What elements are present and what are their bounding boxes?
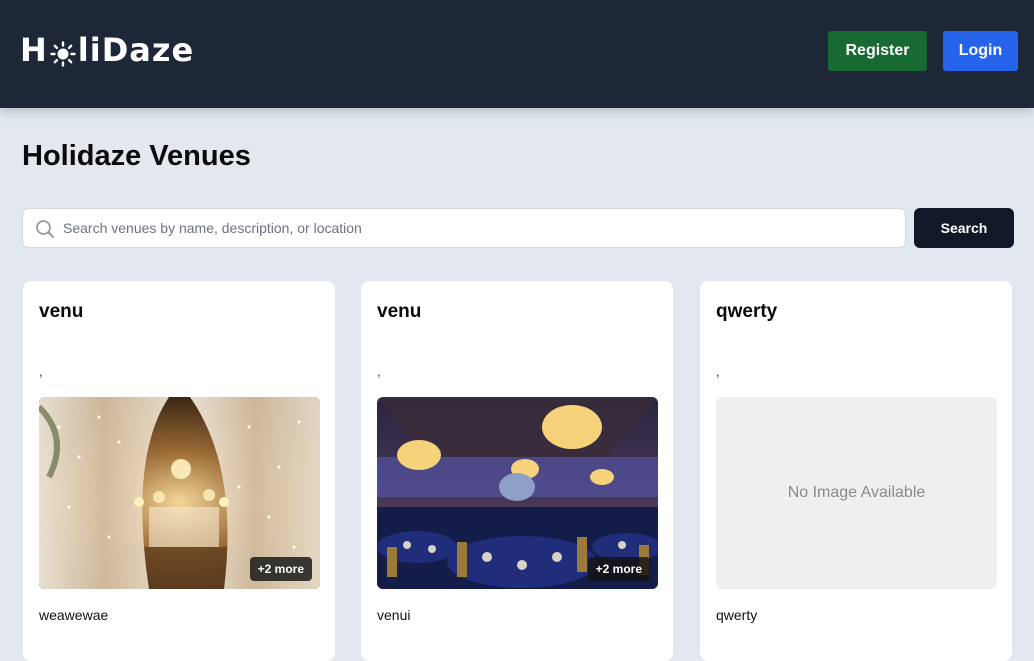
logo-text-left: H [20, 31, 48, 69]
venue-description: weawewae [39, 607, 109, 623]
venue-location: , [377, 364, 381, 379]
logo-text-right: liDaze [77, 31, 195, 69]
search-bar [22, 208, 906, 248]
venue-image[interactable]: +2 more [377, 397, 658, 589]
more-images-badge: +2 more [249, 557, 312, 581]
venue-card[interactable]: venu , [23, 281, 335, 661]
venue-card[interactable]: qwerty , No Image Available qwerty [700, 281, 1012, 661]
sun-icon [50, 37, 76, 67]
page-title: Holidaze Venues [22, 140, 251, 172]
venue-name: qwerty [716, 301, 778, 322]
venue-card[interactable]: venu , [361, 281, 673, 661]
venue-description: venui [377, 607, 411, 623]
top-header: H liDaze Register Login [0, 0, 1034, 108]
search-icon [35, 219, 55, 239]
venue-location: , [39, 364, 43, 379]
venue-name: venu [39, 301, 84, 322]
venue-image[interactable]: +2 more [39, 397, 320, 589]
search-button[interactable]: Search [914, 208, 1014, 248]
venue-description: qwerty [716, 607, 758, 623]
register-button[interactable]: Register [828, 31, 927, 71]
venue-location: , [716, 364, 720, 379]
no-image-text: No Image Available [787, 484, 926, 501]
no-image-placeholder[interactable]: No Image Available [716, 397, 997, 589]
venue-name: venu [377, 301, 422, 322]
holidaze-logo[interactable]: H liDaze [20, 30, 194, 70]
more-images-badge: +2 more [587, 557, 650, 581]
search-input[interactable] [63, 209, 893, 247]
login-button[interactable]: Login [943, 31, 1018, 71]
